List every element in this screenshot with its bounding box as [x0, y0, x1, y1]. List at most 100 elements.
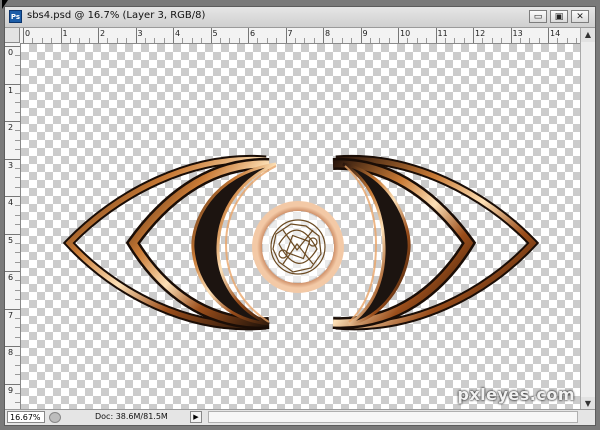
ruler-minor-tick: [529, 38, 531, 43]
ruler-minor-tick: [191, 38, 193, 43]
ruler-minor-tick: [426, 38, 428, 43]
scroll-up-icon[interactable]: ▲: [581, 28, 595, 42]
status-icon[interactable]: [49, 412, 61, 423]
ruler-minor-tick: [341, 38, 343, 43]
ruler-minor-tick: [15, 364, 20, 366]
ruler-label: 6: [8, 273, 14, 282]
ruler-label: 1: [8, 85, 14, 95]
ruler-minor-tick: [15, 55, 20, 57]
minimize-button[interactable]: ▭: [529, 10, 547, 23]
ruler-tick: [5, 383, 20, 385]
document-canvas[interactable]: pxleyes.com: [21, 44, 581, 410]
artwork: [62, 154, 540, 331]
ruler-minor-tick: [15, 299, 20, 301]
title-bar[interactable]: Ps sbs4.psd @ 16.7% (Layer 3, RGB/8) ▭ ▣…: [5, 7, 595, 28]
ruler-minor-tick: [15, 317, 20, 319]
ruler-label: 5: [8, 235, 14, 245]
ruler-minor-tick: [15, 149, 20, 151]
ruler-minor-tick: [15, 355, 20, 357]
ruler-minor-tick: [276, 38, 278, 43]
ruler-minor-tick: [15, 130, 20, 132]
ruler-minor-tick: [15, 289, 20, 291]
ruler-tick: [5, 83, 20, 85]
ruler-minor-tick: [482, 38, 484, 43]
ruler-minor-tick: [576, 38, 578, 43]
ruler-minor-tick: [538, 38, 540, 43]
ruler-tick: [398, 28, 399, 43]
ruler-minor-tick: [201, 38, 203, 43]
ruler-minor-tick: [182, 38, 184, 43]
ruler-minor-tick: [79, 38, 81, 43]
ruler-minor-tick: [257, 38, 259, 43]
ruler-minor-tick: [15, 392, 20, 394]
ruler-label: 12: [475, 29, 486, 38]
ruler-tick: [23, 28, 24, 43]
photoshop-icon: Ps: [9, 10, 22, 23]
ruler-minor-tick: [15, 252, 20, 254]
ruler-minor-tick: [144, 38, 146, 43]
ruler-tick: [210, 28, 212, 43]
horizontal-scrollbar[interactable]: [208, 411, 578, 423]
ruler-label: 2: [100, 29, 106, 38]
ruler-minor-tick: [107, 38, 109, 43]
window-controls: ▭ ▣ ✕: [529, 10, 589, 23]
ruler-label: 11: [437, 29, 448, 38]
ruler-minor-tick: [15, 111, 20, 113]
ruler-minor-tick: [15, 92, 20, 94]
ruler-minor-tick: [15, 74, 20, 76]
center-ring: [252, 201, 344, 293]
ruler-tick: [5, 196, 20, 197]
ruler-minor-tick: [88, 38, 90, 43]
zoom-field[interactable]: 16.67%: [7, 411, 45, 423]
vertical-scrollbar[interactable]: ▲ ▼: [580, 28, 595, 411]
ruler-label: 1: [62, 29, 68, 38]
ruler-minor-tick: [379, 38, 381, 43]
ruler-minor-tick: [126, 38, 128, 43]
restore-button[interactable]: ▣: [550, 10, 568, 23]
ruler-minor-tick: [454, 38, 456, 43]
ruler-minor-tick: [15, 205, 20, 207]
document-window: Ps sbs4.psd @ 16.7% (Layer 3, RGB/8) ▭ ▣…: [4, 6, 596, 426]
ruler-minor-tick: [15, 177, 20, 179]
ruler-minor-tick: [15, 327, 20, 329]
ruler-minor-tick: [15, 280, 20, 282]
ruler-minor-tick: [294, 38, 296, 43]
document-title: sbs4.psd @ 16.7% (Layer 3, RGB/8): [27, 10, 206, 21]
ruler-minor-tick: [116, 38, 118, 43]
ruler-minor-tick: [566, 38, 568, 43]
ruler-minor-tick: [407, 38, 409, 43]
ruler-label: 9: [362, 29, 368, 38]
ruler-label: 8: [325, 29, 331, 38]
vertical-ruler[interactable]: 0 1 2 3 4 5 6 7 8 9: [5, 43, 21, 411]
ruler-minor-tick: [41, 38, 43, 43]
close-button[interactable]: ✕: [571, 10, 589, 23]
ruler-label: 13: [512, 29, 523, 38]
ruler-tick: [5, 308, 20, 310]
ruler-tick: [360, 28, 362, 43]
ruler-minor-tick: [15, 102, 20, 104]
ruler-minor-tick: [332, 38, 334, 43]
ruler-origin[interactable]: [5, 28, 20, 43]
ruler-minor-tick: [15, 336, 20, 338]
watermark: pxleyes.com: [457, 385, 575, 404]
ruler-minor-tick: [388, 38, 390, 43]
ruler-label: 6: [250, 29, 256, 38]
ruler-tick: [98, 28, 99, 43]
ruler-tick: [60, 28, 62, 43]
ruler-minor-tick: [15, 374, 20, 376]
ruler-minor-tick: [32, 38, 34, 43]
ruler-tick: [548, 28, 549, 43]
ruler-tick: [135, 28, 137, 43]
ruler-label: 8: [8, 348, 14, 357]
horizontal-ruler[interactable]: 0 1 2 3 4 5 6 7 8 9 10 11 12 13 14: [20, 28, 581, 44]
ruler-minor-tick: [557, 38, 559, 43]
status-menu-arrow-icon[interactable]: ▶: [190, 411, 202, 423]
ruler-minor-tick: [519, 38, 521, 43]
ruler-minor-tick: [15, 224, 20, 226]
right-inner-crescent: [342, 162, 411, 326]
ruler-tick: [473, 28, 474, 43]
ruler-tick: [5, 158, 20, 160]
ruler-minor-tick: [15, 186, 20, 188]
ruler-tick: [173, 28, 174, 43]
ruler-label: 9: [8, 385, 14, 395]
